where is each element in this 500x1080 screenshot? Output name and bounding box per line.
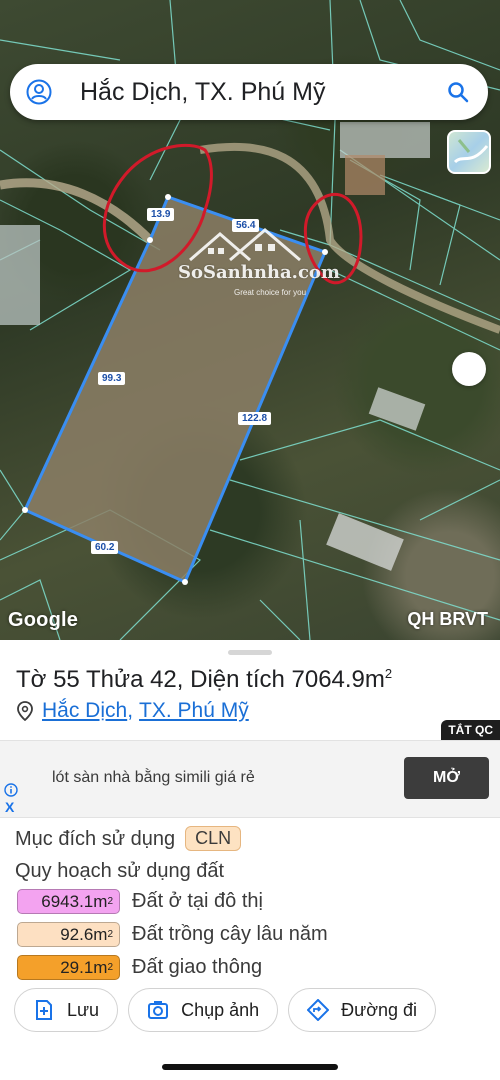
- town-link[interactable]: TX. Phú Mỹ: [139, 699, 249, 723]
- usage-purpose-row: Mục đích sử dụng CLN: [15, 826, 242, 851]
- parcel-address: Hắc Dịch , TX. Phú Mỹ: [16, 698, 249, 724]
- parcel-info-sheet: Tờ 55 Thửa 42, Diện tích 7064.9m2 Hắc Dị…: [0, 640, 500, 1080]
- landuse-description: Đất trồng cây lâu năm: [132, 923, 328, 945]
- save-icon: [36, 1000, 52, 1020]
- address-separator: ,: [127, 699, 134, 722]
- edge-length-label: 56.4: [232, 219, 260, 232]
- planning-heading: Quy hoạch sử dụng đất: [15, 860, 225, 882]
- directions-button-label: Đường đi: [341, 999, 418, 1020]
- map-layers-button[interactable]: [447, 130, 491, 174]
- directions-button[interactable]: Đường đi: [288, 988, 437, 1032]
- ad-info-icon[interactable]: [4, 783, 18, 797]
- home-indicator[interactable]: [162, 1064, 338, 1070]
- watermark: SoSanhnha.com Great choice for you: [170, 222, 340, 302]
- ad-open-button[interactable]: MỞ: [404, 757, 489, 799]
- landuse-item: 6943.1m 2 Đất ở tại đô thị: [17, 889, 263, 914]
- ad-close-icon[interactable]: X: [5, 799, 14, 815]
- hide-ads-button[interactable]: TẮT QC: [441, 720, 500, 740]
- landuse-item: 92.6m 2 Đất trồng cây lâu năm: [17, 922, 328, 947]
- search-query[interactable]: Hắc Dịch, TX. Phú Mỹ: [80, 78, 446, 107]
- save-button-label: Lưu: [67, 999, 100, 1020]
- landuse-description: Đất giao thông: [132, 956, 263, 978]
- search-bar[interactable]: Hắc Dịch, TX. Phú Mỹ: [10, 64, 488, 120]
- map-view[interactable]: SoSanhnha.com Great choice for you 13.9 …: [0, 0, 500, 640]
- ad-text[interactable]: lót sàn nhà bằng simili giá rẻ: [52, 769, 255, 787]
- search-icon[interactable]: [446, 80, 470, 104]
- usage-purpose-badge: CLN: [185, 826, 242, 851]
- layer-source-label: QH BRVT: [407, 609, 488, 629]
- edge-length-label: 122.8: [238, 412, 272, 425]
- camera-icon: [148, 1001, 169, 1019]
- save-button[interactable]: Lưu: [14, 988, 119, 1032]
- action-bar: Lưu Chụp ảnh Đường đi: [14, 988, 446, 1032]
- google-logo: Google: [8, 609, 79, 631]
- landuse-item: 29.1m 2 Đất giao thông: [17, 955, 262, 980]
- landuse-description: Đất ở tại đô thị: [132, 890, 263, 912]
- map-thumbnail-icon: [453, 139, 489, 164]
- parcel-title: Tờ 55 Thửa 42, Diện tích 7064.9m2: [16, 666, 393, 693]
- watermark-brand: SoSanhnha.com: [178, 262, 340, 283]
- landuse-area-badge: 92.6m 2: [17, 922, 120, 947]
- account-icon[interactable]: [26, 79, 52, 105]
- photo-button[interactable]: Chụp ảnh: [128, 988, 279, 1032]
- sheet-drag-handle[interactable]: [228, 650, 272, 655]
- usage-purpose-label: Mục đích sử dụng: [15, 828, 176, 850]
- watermark-tagline: Great choice for you: [234, 288, 307, 297]
- ad-banner[interactable]: lót sàn nhà bằng simili giá rẻ X MỞ: [0, 740, 500, 818]
- landuse-area-badge: 6943.1m 2: [17, 889, 120, 914]
- landuse-area-badge: 29.1m 2: [17, 955, 120, 980]
- edge-length-label: 13.9: [147, 208, 175, 221]
- directions-icon: [307, 999, 330, 1021]
- commune-link[interactable]: Hắc Dịch: [42, 699, 127, 723]
- map-control-dot[interactable]: [452, 352, 486, 386]
- photo-button-label: Chụp ảnh: [181, 999, 260, 1020]
- edge-length-label: 60.2: [91, 541, 119, 554]
- location-pin-icon: [17, 701, 33, 721]
- edge-length-label: 99.3: [98, 372, 126, 385]
